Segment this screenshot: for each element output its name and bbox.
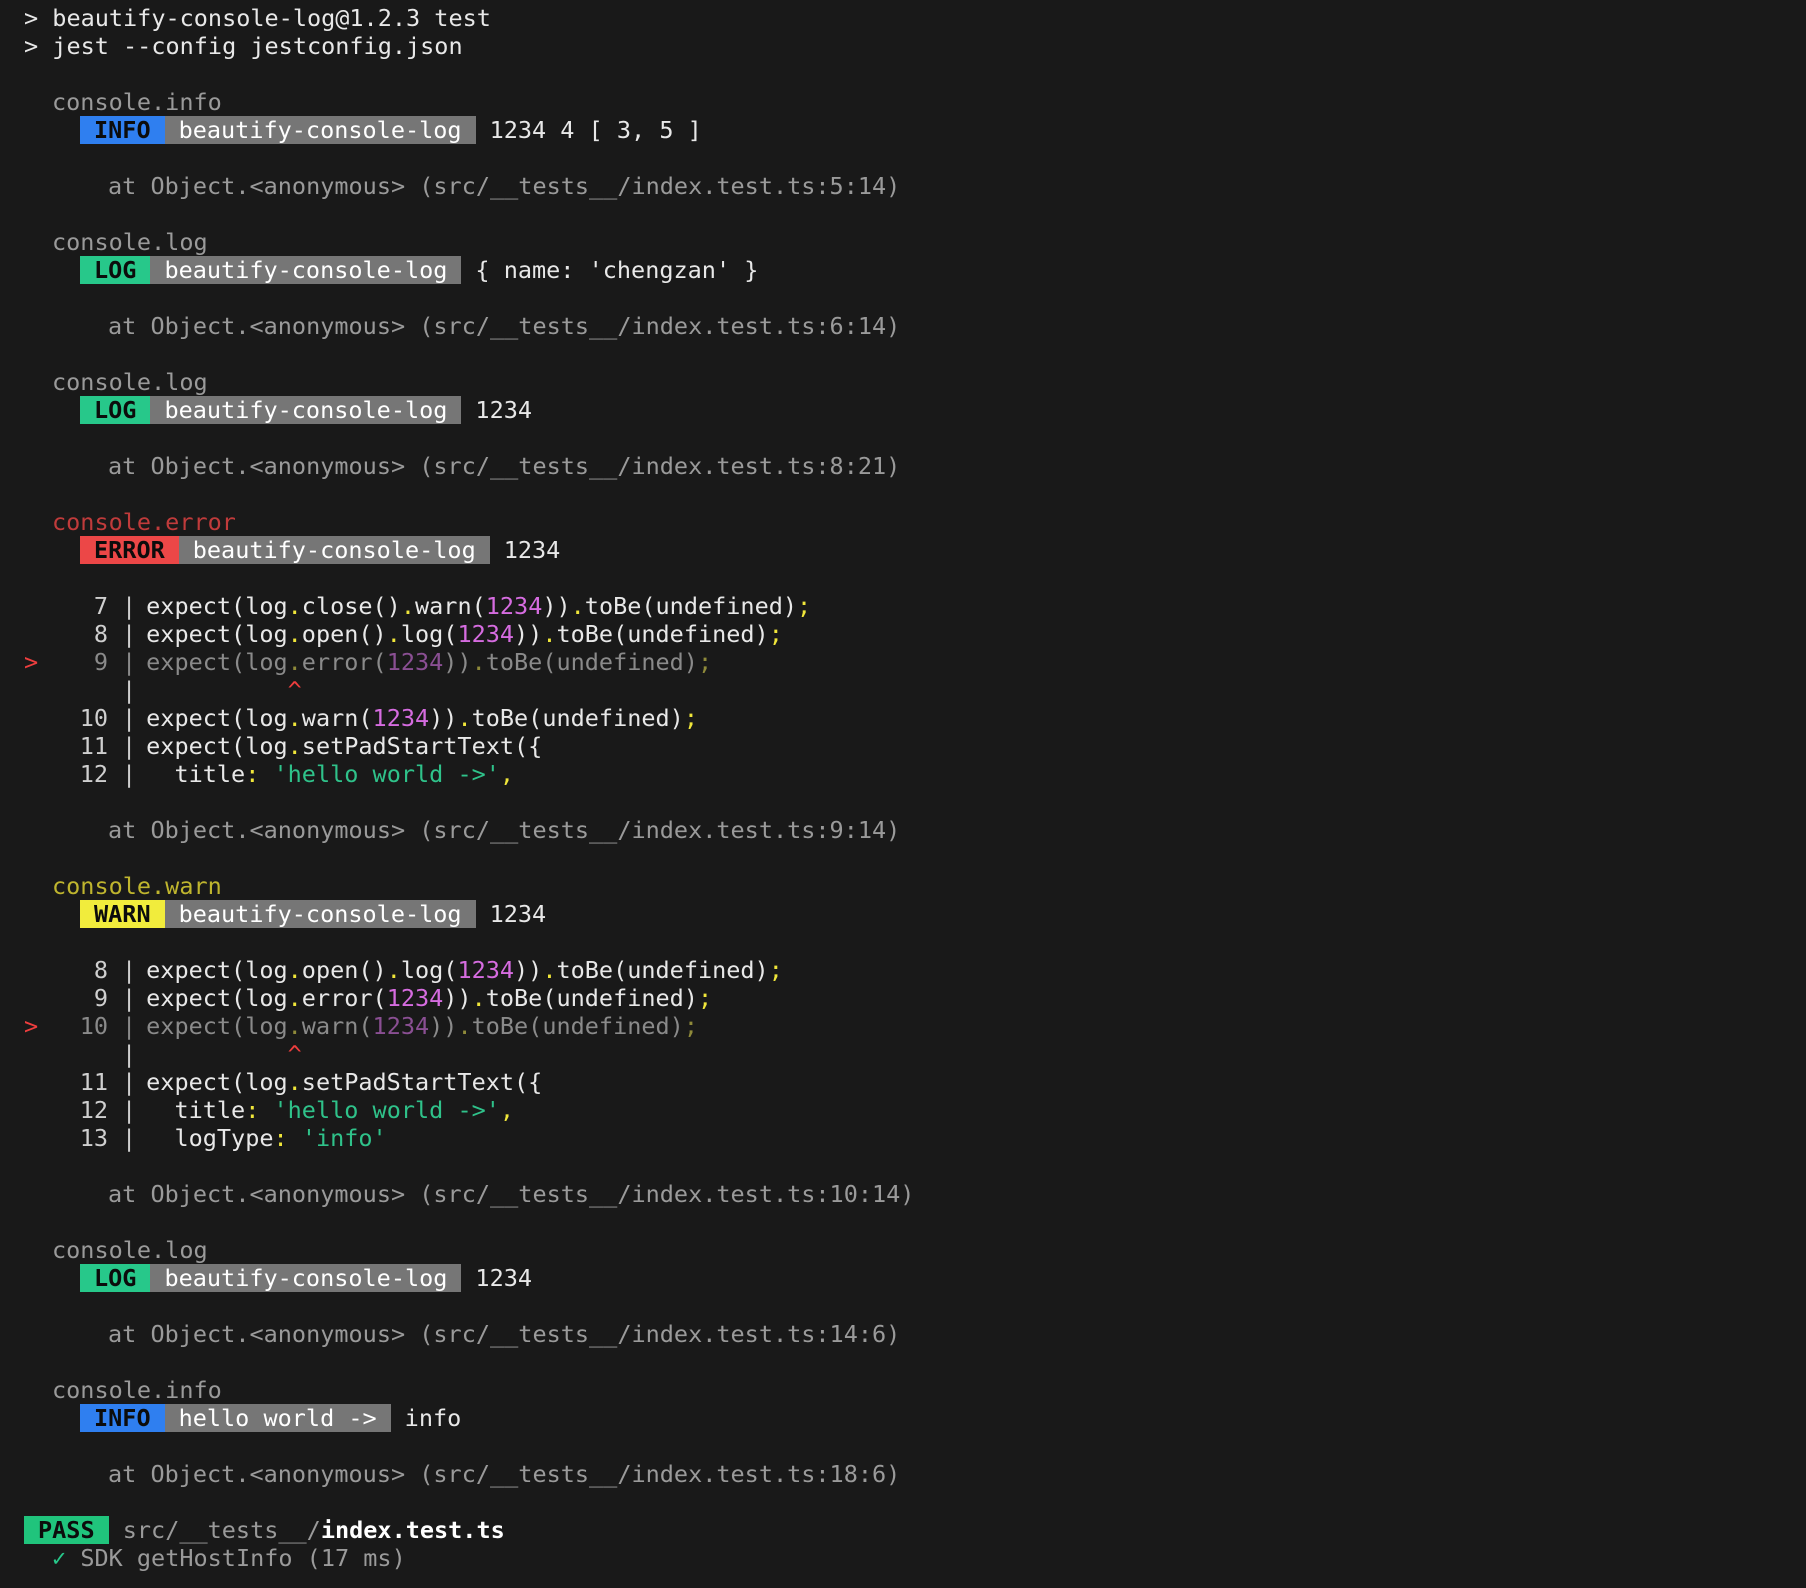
log-message: 1234	[475, 396, 533, 424]
test-path-file: index.test.ts	[320, 1516, 505, 1544]
console-label: console.info	[52, 88, 222, 116]
test-case-name: SDK getHostInfo (17 ms)	[80, 1544, 406, 1572]
log-line: LOG beautify-console-log 1234	[24, 1264, 1806, 1292]
code-frame-line: 13 | logType: 'info'	[79, 1124, 387, 1152]
test-path-dir: src/__tests__/	[122, 1516, 321, 1544]
console-label: console.log	[52, 228, 208, 256]
stack-trace: at Object.<anonymous> (src/__tests__/ind…	[108, 452, 901, 480]
error-marker-icon: >	[24, 1012, 39, 1040]
code-frame-line: 8 | expect(log.open().log(1234)).toBe(unde…	[93, 956, 783, 984]
info-badge: INFO	[80, 116, 165, 144]
stack-trace: at Object.<anonymous> (src/__tests__/ind…	[108, 312, 901, 340]
tag-label: beautify-console-log	[150, 256, 462, 284]
code-frame-line: 9 | expect(log.error(1234)).toBe(undefined…	[93, 984, 713, 1012]
log-message: 1234	[475, 1264, 533, 1292]
stack-trace: at Object.<anonymous> (src/__tests__/ind…	[108, 1460, 901, 1488]
test-result-line: PASS src/__tests__/index.test.ts	[24, 1516, 1806, 1544]
pass-badge: PASS	[24, 1516, 109, 1544]
tag-label: hello world ->	[164, 1404, 391, 1432]
code-frame-line: 10 | expect(log.warn(1234)).toBe(undefined…	[79, 704, 698, 732]
tag-label: beautify-console-log	[178, 536, 490, 564]
caret-icon: ^	[287, 1040, 302, 1068]
console-label: console.warn	[52, 872, 222, 900]
log-line: LOG beautify-console-log 1234	[24, 396, 1806, 424]
caret-icon: ^	[287, 676, 302, 704]
warn-badge: WARN	[80, 900, 165, 928]
tag-label: beautify-console-log	[164, 900, 476, 928]
console-label: console.log	[52, 368, 208, 396]
checkmark-icon: ✓	[52, 1544, 67, 1572]
code-frame-line: 11 | expect(log.setPadStartText({	[79, 1068, 543, 1096]
console-label: console.log	[52, 1236, 208, 1264]
tag-label: beautify-console-log	[150, 1264, 462, 1292]
log-line: WARN beautify-console-log 1234	[24, 900, 1806, 928]
log-line: INFO beautify-console-log 1234 4 [ 3, 5 ]	[24, 116, 1806, 144]
log-line: ERROR beautify-console-log 1234	[24, 536, 1806, 564]
log-message: 1234	[503, 536, 561, 564]
log-message: 1234 4 [ 3, 5 ]	[489, 116, 702, 144]
stack-trace: at Object.<anonymous> (src/__tests__/ind…	[108, 1320, 901, 1348]
log-badge: LOG	[80, 396, 151, 424]
log-line: INFO hello world -> info	[24, 1404, 1806, 1432]
code-frame-line: 8 | expect(log.open().log(1234)).toBe(unde…	[93, 620, 783, 648]
terminal-output[interactable]: > beautify-console-log@1.2.3 test > jest…	[0, 0, 1806, 1588]
tag-label: beautify-console-log	[150, 396, 462, 424]
code-frame-line: 12 | title: 'hello world ->',	[79, 1096, 515, 1124]
code-frame-line: 11 | expect(log.setPadStartText({	[79, 732, 543, 760]
command-line-1: > beautify-console-log@1.2.3 test	[24, 4, 491, 32]
console-label: console.error	[52, 508, 236, 536]
code-frame-line: 7 | expect(log.close().warn(1234)).toBe(un…	[93, 592, 812, 620]
log-badge: LOG	[80, 1264, 151, 1292]
console-label: console.info	[52, 1376, 222, 1404]
error-badge: ERROR	[80, 536, 179, 564]
log-message: { name: 'chengzan' }	[475, 256, 759, 284]
test-case-line: ✓ SDK getHostInfo (17 ms)	[24, 1544, 1806, 1572]
log-line: LOG beautify-console-log { name: 'chengzan…	[24, 256, 1806, 284]
command-line-2: > jest --config jestconfig.json	[24, 32, 463, 60]
error-marker-icon: >	[24, 648, 39, 676]
code-frame-line-highlighted: >10 | expect(log.warn(1234)).toBe(undefine…	[24, 1012, 698, 1040]
log-message: info	[404, 1404, 462, 1432]
stack-trace: at Object.<anonymous> (src/__tests__/ind…	[108, 172, 901, 200]
code-frame-line: 12 | title: 'hello world ->',	[79, 760, 515, 788]
stack-trace: at Object.<anonymous> (src/__tests__/ind…	[108, 1180, 915, 1208]
stack-trace: at Object.<anonymous> (src/__tests__/ind…	[108, 816, 901, 844]
log-badge: LOG	[80, 256, 151, 284]
info-badge: INFO	[80, 1404, 165, 1432]
code-frame-caret-line: | ^	[122, 1040, 302, 1068]
code-frame-line-highlighted: >9 | expect(log.error(1234)).toBe(undefine…	[24, 648, 713, 676]
tag-label: beautify-console-log	[164, 116, 476, 144]
log-message: 1234	[489, 900, 547, 928]
code-frame-caret-line: | ^	[122, 676, 302, 704]
